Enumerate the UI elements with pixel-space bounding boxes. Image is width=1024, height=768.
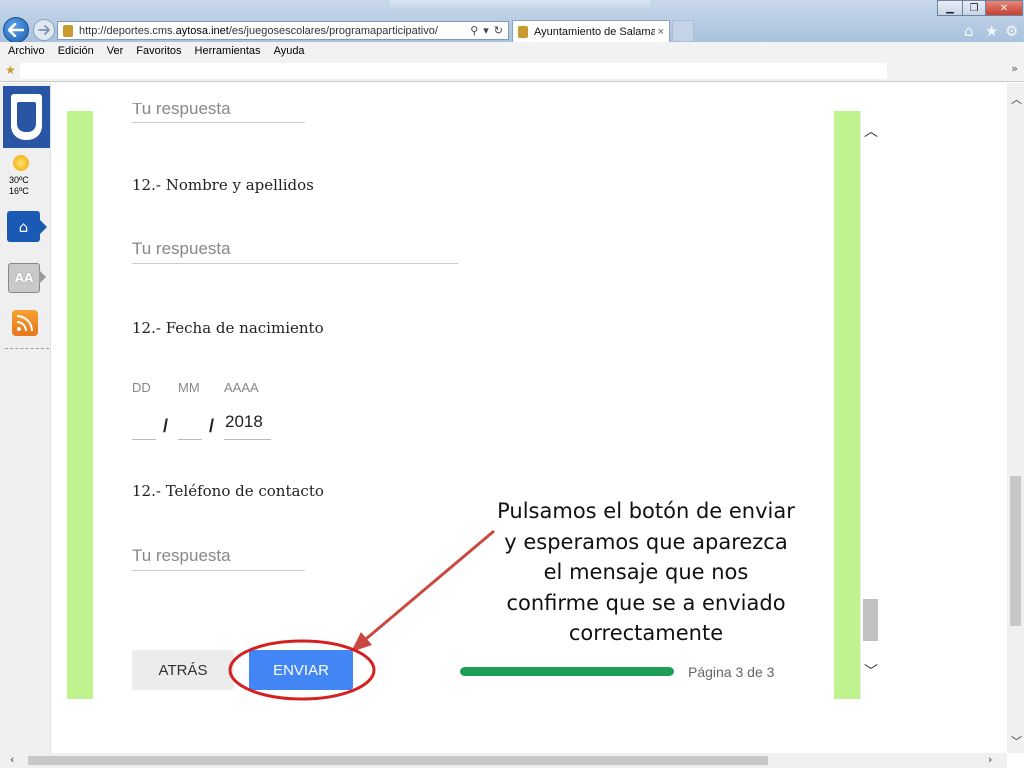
progress-fill bbox=[460, 667, 674, 676]
chevron-more-icon[interactable]: » bbox=[1011, 62, 1018, 75]
date-month-label: MM bbox=[178, 380, 200, 395]
send-button[interactable]: ENVIAR bbox=[249, 650, 353, 690]
page-vertical-scrollbar[interactable]: ︿ ﹀ bbox=[1007, 83, 1024, 753]
rss-dot bbox=[17, 327, 21, 331]
tab-favicon bbox=[518, 25, 528, 38]
favorites-bar-area bbox=[20, 63, 887, 79]
font-size-button[interactable]: AA bbox=[8, 263, 40, 293]
page-indicator: Página 3 de 3 bbox=[688, 664, 775, 680]
tab-close-icon[interactable]: × bbox=[658, 26, 664, 38]
menu-bar: Archivo Edición Ver Favoritos Herramient… bbox=[0, 42, 1024, 60]
name-input[interactable]: Tu respuesta bbox=[132, 238, 458, 264]
rss-icon[interactable] bbox=[12, 310, 38, 336]
scroll-up-icon[interactable]: ︿ bbox=[1011, 91, 1022, 107]
menu-item-favoritos[interactable]: Favoritos bbox=[136, 45, 181, 57]
shield-inner bbox=[17, 102, 36, 132]
shield-icon bbox=[11, 94, 42, 140]
form-border-left bbox=[67, 111, 93, 699]
browser-tab-active[interactable]: Ayuntamiento de Salamanc... × bbox=[512, 20, 670, 42]
date-year-input[interactable]: 2018 bbox=[224, 412, 271, 440]
forward-arrow-icon[interactable] bbox=[33, 19, 55, 41]
form-scrollbar-thumb[interactable] bbox=[863, 599, 878, 641]
question-name-label: 12.- Nombre y apellidos bbox=[132, 176, 314, 194]
address-url[interactable]: http://deportes.cms.aytosa.inet/es/juego… bbox=[79, 25, 470, 37]
home-icon[interactable]: ⌂ bbox=[964, 22, 974, 40]
close-window-button[interactable]: ✕ bbox=[985, 0, 1023, 16]
new-tab-button[interactable] bbox=[672, 20, 694, 42]
tab-title: Ayuntamiento de Salamanc... bbox=[534, 25, 655, 38]
question-birthdate-label: 12.- Fecha de nacimiento bbox=[132, 319, 324, 337]
minimize-button[interactable]: ▁ bbox=[937, 0, 963, 16]
menu-item-ayuda[interactable]: Ayuda bbox=[274, 45, 305, 57]
annotation-line-3: el mensaje que nos bbox=[543, 560, 749, 584]
date-month-input[interactable] bbox=[178, 418, 202, 440]
previous-answer-field[interactable]: Tu respuesta bbox=[132, 103, 305, 123]
address-bar[interactable]: http://deportes.cms.aytosa.inet/es/juego… bbox=[57, 21, 509, 40]
refresh-icon[interactable]: ↻ bbox=[494, 24, 503, 37]
page-vscroll-thumb[interactable] bbox=[1010, 476, 1021, 626]
site-sidebar: 30ºC 16ºC ⌂ AA bbox=[0, 83, 51, 753]
home-icon[interactable]: ⌂ bbox=[7, 211, 40, 242]
site-favicon bbox=[63, 24, 73, 37]
form-scrollbar[interactable]: ︿ ﹀ bbox=[860, 111, 879, 699]
chevron-down-icon[interactable]: ﹀ bbox=[864, 661, 878, 681]
menu-item-ver[interactable]: Ver bbox=[107, 45, 124, 57]
annotation-line-5: correctamente bbox=[568, 621, 724, 645]
menu-item-herramientas[interactable]: Herramientas bbox=[195, 45, 261, 57]
add-favorite-star-icon[interactable]: ★ bbox=[5, 63, 16, 77]
back-arrow-icon[interactable] bbox=[3, 17, 29, 43]
menu-item-archivo[interactable]: Archivo bbox=[8, 45, 45, 57]
temperature-low: 16ºC bbox=[9, 186, 29, 196]
scroll-right-icon[interactable]: › bbox=[988, 753, 992, 766]
dropdown-arrow-icon[interactable]: ▾ bbox=[483, 24, 489, 37]
annotation-line-2: y esperamos que aparezca bbox=[504, 529, 788, 554]
maximize-button[interactable]: ❐ bbox=[962, 0, 986, 16]
annotation-callout: Pulsamos el botón de enviar y esperamos … bbox=[496, 496, 796, 649]
url-prefix: http://deportes.cms. bbox=[79, 24, 176, 37]
menu-item-edicion[interactable]: Edición bbox=[58, 45, 94, 57]
search-icon[interactable]: ⚲ bbox=[470, 24, 478, 37]
date-separator-1: / bbox=[163, 416, 169, 436]
question-phone-label: 12.- Teléfono de contacto bbox=[132, 482, 324, 500]
back-button[interactable]: ATRÁS bbox=[132, 650, 234, 690]
scroll-down-icon[interactable]: ﹀ bbox=[1011, 733, 1022, 749]
progress-bar bbox=[460, 667, 674, 676]
page-horizontal-scrollbar[interactable]: ‹ › bbox=[0, 753, 1007, 768]
font-button-tip bbox=[39, 270, 46, 284]
sun-weather-icon bbox=[13, 155, 29, 171]
page-hscroll-thumb[interactable] bbox=[28, 756, 768, 765]
home-button-tip bbox=[40, 220, 47, 234]
date-separator-2: / bbox=[209, 416, 215, 436]
favorites-bar: ★ » bbox=[0, 60, 1024, 82]
temperature-high: 30ºC bbox=[9, 175, 29, 185]
url-domain: aytosa.inet bbox=[175, 24, 229, 37]
form-border-right bbox=[834, 111, 860, 699]
annotation-line-4: confirme que se a enviado bbox=[506, 590, 786, 615]
date-year-label: AAAA bbox=[224, 380, 259, 395]
date-day-label: DD bbox=[132, 380, 151, 395]
chevron-up-icon[interactable]: ︿ bbox=[864, 121, 878, 141]
gear-icon[interactable]: ⚙ bbox=[1005, 22, 1018, 40]
titlebar-glow bbox=[390, 0, 650, 10]
star-icon[interactable]: ★ bbox=[985, 22, 998, 40]
date-day-input[interactable] bbox=[132, 418, 156, 440]
city-shield-logo[interactable] bbox=[3, 86, 50, 148]
url-path: /es/juegosescolares/programaparticipativ… bbox=[228, 24, 438, 37]
sidebar-divider bbox=[5, 348, 49, 349]
scroll-left-icon[interactable]: ‹ bbox=[10, 753, 14, 766]
phone-input[interactable]: Tu respuesta bbox=[132, 545, 305, 571]
annotation-line-1: Pulsamos el botón de enviar bbox=[497, 499, 795, 523]
